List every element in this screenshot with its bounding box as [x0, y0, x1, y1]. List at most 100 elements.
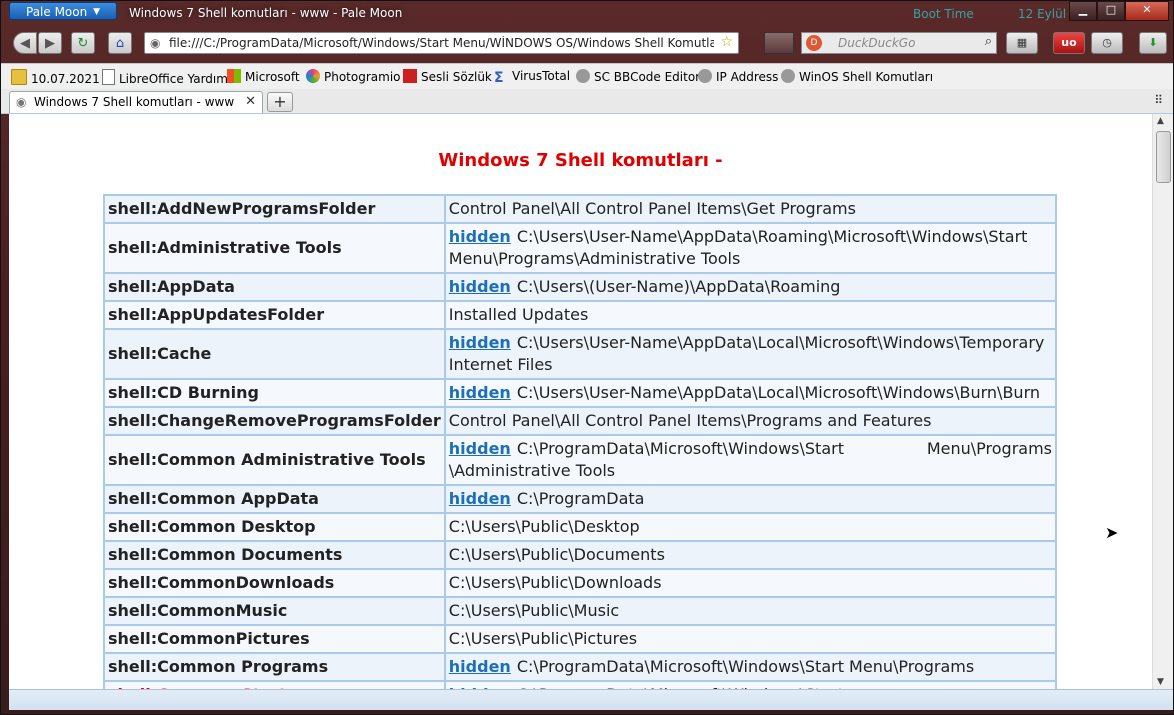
bookmark-item[interactable]: Σ VirusTotal: [494, 69, 570, 85]
tab-active[interactable]: ◉ Windows 7 Shell komutları - www ✕: [9, 91, 263, 113]
scrollbar-thumb[interactable]: [1156, 131, 1171, 183]
table-row: shell:Common StarthiddenC:\ProgramData\M…: [105, 682, 1055, 689]
hidden-link[interactable]: hidden: [449, 227, 511, 246]
hidden-link[interactable]: hidden: [449, 333, 511, 352]
hidden-link[interactable]: hidden: [449, 277, 511, 296]
bookmark-item[interactable]: SC BBCode Editor: [576, 69, 700, 84]
scroll-down-icon[interactable]: ▼: [1157, 677, 1164, 687]
reload-button[interactable]: ↻: [71, 32, 95, 54]
shell-command-path: C:\Users\Public\Documents: [445, 542, 1055, 568]
history-button[interactable]: ◷: [1091, 32, 1123, 54]
table-row: shell:Common AppData hidden C:\ProgramData: [105, 486, 1055, 512]
new-tab-button[interactable]: +: [267, 92, 293, 112]
window-title: Windows 7 Shell komutları - www - Pale M…: [129, 6, 403, 20]
bookmark-item[interactable]: Photogramio: [306, 69, 401, 84]
duckduckgo-icon[interactable]: D: [806, 35, 822, 51]
hidden-link[interactable]: hidden: [449, 489, 511, 508]
extension-button-1[interactable]: ▦: [1006, 32, 1038, 54]
path-text: C:\Users\Public\Desktop: [448, 517, 640, 536]
shell-command-path: hidden C:\Users\User-Name\AppData\Local\M…: [445, 380, 1055, 406]
close-tab-icon[interactable]: ✕: [245, 94, 256, 109]
vertical-scrollbar[interactable]: ▲ ▼: [1152, 114, 1173, 689]
shell-command-key: shell:ChangeRemoveProgramsFolder: [105, 408, 444, 434]
bookmark-star-icon[interactable]: ☆: [720, 34, 733, 50]
maximize-button[interactable]: □: [1097, 1, 1125, 21]
shell-command-path: hidden C:\ProgramData: [445, 486, 1055, 512]
hidden-link[interactable]: hidden: [449, 657, 511, 676]
shell-command-path: C:\Users\Public\Music: [445, 598, 1055, 624]
page-title: Windows 7 Shell komutları -: [438, 150, 723, 171]
table-row: shell:AppData hidden C:\Users\(User-Name)\…: [105, 274, 1055, 300]
scroll-up-icon[interactable]: ▲: [1157, 116, 1164, 126]
shell-command-key: shell:AppData: [105, 274, 444, 300]
home-button[interactable]: ⌂: [108, 32, 132, 54]
go-button[interactable]: [764, 32, 794, 54]
path-text: C:\ProgramData\Microsoft\Windows\Start M…: [516, 657, 975, 676]
shell-command-key: shell:CommonDownloads: [105, 570, 444, 596]
download-icon: ⬇: [1148, 36, 1158, 49]
bookmark-item[interactable]: Microsoft: [227, 69, 300, 84]
downloads-button[interactable]: ⬇: [1139, 32, 1167, 54]
shell-command-path: hiddenC:\ProgramData\Microsoft\Windows\S…: [445, 436, 1055, 484]
globe-icon: [781, 69, 795, 83]
bookmark-item[interactable]: LibreOffice Yardım: [102, 69, 228, 86]
shell-command-key: shell:AppUpdatesFolder: [105, 302, 444, 328]
shell-command-key: shell:Common AppData: [105, 486, 444, 512]
bookmark-item[interactable]: Sesli Sözlük: [403, 69, 492, 84]
forward-icon: ▶: [45, 36, 55, 51]
hidden-link[interactable]: hidden: [449, 383, 511, 402]
bookmark-item[interactable]: 10.07.2021: [11, 69, 100, 86]
path-text: C:\Users\Public\Music: [448, 601, 620, 620]
navigation-toolbar: ◀ ▶ ↻ ⌂ ◉ file:///C:/ProgramData/Microso…: [1, 29, 1173, 59]
mouse-cursor-icon: ➤: [1105, 523, 1119, 542]
home-icon: ⌂: [115, 36, 125, 51]
shell-command-path: hiddenC:\ProgramData\Microsoft\Windows\S…: [445, 682, 1055, 689]
close-window-button[interactable]: ✕: [1125, 1, 1169, 21]
path-text: C:\Users\User-Name\AppData\Local\Microso…: [448, 333, 1045, 374]
globe-icon: [576, 69, 590, 83]
shell-command-path: hidden C:\Users\(User-Name)\AppData\Roami…: [445, 274, 1055, 300]
tab-bar: ◉ Windows 7 Shell komutları - www ✕ + ⠿: [1, 89, 1173, 114]
shell-command-key: shell:AddNewProgramsFolder: [105, 196, 444, 222]
back-button[interactable]: ◀: [13, 32, 37, 54]
path-text: C:\Users\Public\Pictures: [448, 629, 638, 648]
table-row: shell:Common Administrative Tools hidden C…: [105, 436, 1055, 484]
path-text: C:\ProgramData\Microsoft\Windows\Start M…: [448, 439, 1052, 480]
reload-icon: ↻: [77, 36, 89, 51]
table-row: shell:CommonDownloads C:\Users\Public\Dow…: [105, 570, 1055, 596]
address-bar[interactable]: ◉ file:///C:/ProgramData/Microsoft/Windo…: [144, 32, 739, 54]
path-text: Control Panel\All Control Panel Items\Ge…: [448, 199, 856, 218]
search-icon[interactable]: ⌕: [985, 34, 992, 49]
shell-command-path: C:\Users\Public\Desktop: [445, 514, 1055, 540]
ublock-icon: uo: [1061, 36, 1077, 49]
minimize-button[interactable]: ▁: [1069, 1, 1097, 21]
shell-command-path: C:\Users\Public\Downloads: [445, 570, 1055, 596]
title-bar: Pale Moon ▼ Windows 7 Shell komutları - …: [1, 1, 1173, 27]
chevron-down-icon: ▼: [93, 7, 100, 17]
table-row: shell:CommonMusic C:\Users\Public\Music: [105, 598, 1055, 624]
table-row: shell:AddNewProgramsFolder Control Panel\…: [105, 196, 1055, 222]
path-text: C:\Users\User-Name\AppData\Roaming\Micro…: [448, 227, 1028, 268]
shell-command-path: hidden C:\Users\User-Name\AppData\Local\M…: [445, 330, 1055, 378]
date-gadget: 12 Eylül: [1018, 7, 1067, 21]
ublock-button[interactable]: uo: [1053, 32, 1085, 54]
table-row: shell:Common Programs hidden C:\ProgramDat…: [105, 654, 1055, 680]
hidden-link[interactable]: hidden: [449, 439, 511, 458]
path-text: C:\Users\Public\Documents: [448, 545, 665, 564]
forward-button[interactable]: ▶: [38, 32, 62, 54]
globe-icon: ◉: [16, 95, 27, 109]
path-text: C:\ProgramData: [516, 489, 645, 508]
boot-time-gadget: Boot Time: [913, 7, 974, 21]
shell-command-path: Installed Updates: [445, 302, 1055, 328]
bookmark-item[interactable]: WinOS Shell Komutları: [781, 69, 933, 84]
page-content: Windows 7 Shell komutları - shell:AddNew…: [9, 114, 1152, 689]
bookmark-item[interactable]: IP Address: [698, 69, 778, 84]
table-row: shell:Common Documents C:\Users\Public\Do…: [105, 542, 1055, 568]
address-url[interactable]: file:///C:/ProgramData/Microsoft/Windows…: [169, 36, 714, 50]
path-text: C:\Users\User-Name\AppData\Local\Microso…: [516, 383, 1040, 402]
shell-command-key: shell:Common Administrative Tools: [105, 436, 444, 484]
app-menu-button[interactable]: Pale Moon ▼: [9, 2, 117, 20]
tab-list-icon[interactable]: ⠿: [1154, 93, 1163, 107]
search-bar[interactable]: D DuckDuckGo ⌕: [801, 32, 997, 54]
search-placeholder: DuckDuckGo: [838, 36, 916, 50]
